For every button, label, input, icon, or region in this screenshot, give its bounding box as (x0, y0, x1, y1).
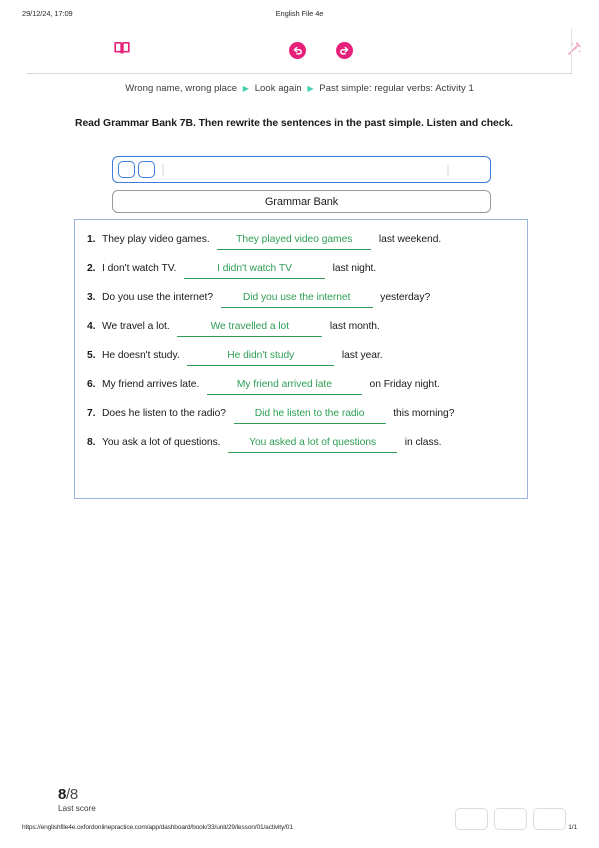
undo-button[interactable] (277, 28, 317, 73)
question-number: 2. (87, 263, 96, 274)
question-row: 3. Do you use the internet? Did you use t… (87, 291, 519, 308)
redo-button[interactable] (324, 28, 364, 73)
question-prompt: They play video games. (102, 234, 216, 245)
open-book-icon (114, 41, 130, 60)
question-row: 7. Does he listen to the radio? Did he li… (87, 407, 519, 424)
answer-input[interactable]: Did you use the internet (220, 291, 373, 308)
question-prompt: You ask a lot of questions. (102, 437, 227, 448)
answer-input[interactable]: We travelled a lot (177, 320, 323, 337)
question-prompt: Do you use the internet? (102, 292, 219, 303)
question-prompt: We travel a lot. (102, 321, 176, 332)
question-row: 2. I don't watch TV. I didn't watch TV la… (87, 262, 519, 279)
score-total: /8 (66, 786, 78, 803)
activity-instruction: Read Grammar Bank 7B. Then rewrite the s… (75, 118, 514, 129)
breadcrumb-item-lesson[interactable]: Look again (255, 83, 302, 94)
breadcrumb-item-activity: Past simple: regular verbs: Activity 1 (319, 83, 474, 94)
exercise-panel: 1. They play video games. They played vid… (74, 219, 528, 499)
question-body: They play video games. They played video… (102, 233, 519, 250)
question-row: 5. He doesn't study. He didn't study last… (87, 349, 519, 366)
question-number: 4. (87, 321, 96, 332)
page-number: 1/1 (568, 824, 577, 831)
question-body: Do you use the internet? Did you use the… (102, 291, 519, 308)
question-body: Does he listen to the radio? Did he list… (102, 407, 519, 424)
question-tail: in class. (399, 437, 442, 448)
breadcrumb: Wrong name, wrong place ▶ Look again ▶ P… (0, 83, 599, 94)
breadcrumb-separator-icon: ▶ (307, 83, 314, 93)
question-tail: last month. (324, 321, 380, 332)
question-number: 3. (87, 292, 96, 303)
breadcrumb-separator-icon: ▶ (242, 83, 249, 93)
answer-input[interactable]: I didn't watch TV (184, 262, 326, 279)
answer-input[interactable]: Did he listen to the radio (233, 407, 386, 424)
grammar-bank-label: Grammar Bank (264, 195, 339, 208)
question-row: 8. You ask a lot of questions. You asked … (87, 436, 519, 453)
score-value: 8/8 (58, 786, 96, 803)
print-footer: https://englishfile4e.oxfordonlinepracti… (0, 824, 599, 836)
question-tail: last weekend. (373, 234, 442, 245)
redo-icon (335, 42, 353, 59)
score-block: 8/8 Last score (58, 786, 96, 813)
audio-progress-track[interactable] (162, 164, 164, 176)
question-tail: on Friday night. (363, 379, 440, 390)
play-button[interactable] (118, 161, 135, 178)
grammar-bank-button[interactable]: Grammar Bank (112, 190, 491, 213)
question-number: 8. (87, 437, 96, 448)
question-body: You ask a lot of questions. You asked a … (102, 436, 519, 453)
question-tail: this morning? (387, 408, 455, 419)
question-row: 1. They play video games. They played vid… (87, 233, 519, 250)
answer-input[interactable]: They played video games (217, 233, 372, 250)
page-url: https://englishfile4e.oxfordonlinepracti… (22, 824, 293, 831)
question-prompt: He doesn't study. (102, 350, 186, 361)
question-number: 1. (87, 234, 96, 245)
score-earned: 8 (58, 786, 67, 803)
print-header: 29/12/24, 17:09 English File 4e (0, 9, 599, 23)
magic-wand-icon (566, 40, 583, 62)
magic-wand-button[interactable] (554, 28, 594, 73)
audio-volume-handle[interactable] (447, 164, 449, 176)
answer-input[interactable]: You asked a lot of questions (228, 436, 398, 453)
question-tail: yesterday? (374, 292, 431, 303)
question-body: I don't watch TV. I didn't watch TV last… (102, 262, 519, 279)
question-row: 6. My friend arrives late. My friend arri… (87, 378, 519, 395)
answer-input[interactable]: He didn't study (187, 349, 335, 366)
question-number: 7. (87, 408, 96, 419)
breadcrumb-item-unit[interactable]: Wrong name, wrong place (125, 83, 237, 94)
question-prompt: Does he listen to the radio? (102, 408, 232, 419)
answer-input[interactable]: My friend arrived late (206, 378, 362, 395)
question-tail: last year. (336, 350, 383, 361)
score-caption: Last score (58, 804, 96, 813)
toolbar-divider (571, 28, 572, 73)
question-list: 1. They play video games. They played vid… (87, 233, 519, 465)
open-book-button[interactable] (102, 28, 142, 73)
question-body: He doesn't study. He didn't study last y… (102, 349, 519, 366)
question-prompt: I don't watch TV. (102, 263, 183, 274)
stop-button[interactable] (138, 161, 155, 178)
question-body: My friend arrives late. My friend arrive… (102, 378, 519, 395)
question-body: We travel a lot. We travelled a lot last… (102, 320, 519, 337)
audio-player[interactable] (112, 156, 491, 183)
question-number: 6. (87, 379, 96, 390)
question-prompt: My friend arrives late. (102, 379, 205, 390)
undo-icon (288, 42, 306, 59)
question-tail: last night. (327, 263, 377, 274)
print-document-title: English File 4e (275, 9, 324, 18)
question-row: 4. We travel a lot. We travelled a lot la… (87, 320, 519, 337)
question-number: 5. (87, 350, 96, 361)
activity-toolbar (27, 28, 581, 74)
